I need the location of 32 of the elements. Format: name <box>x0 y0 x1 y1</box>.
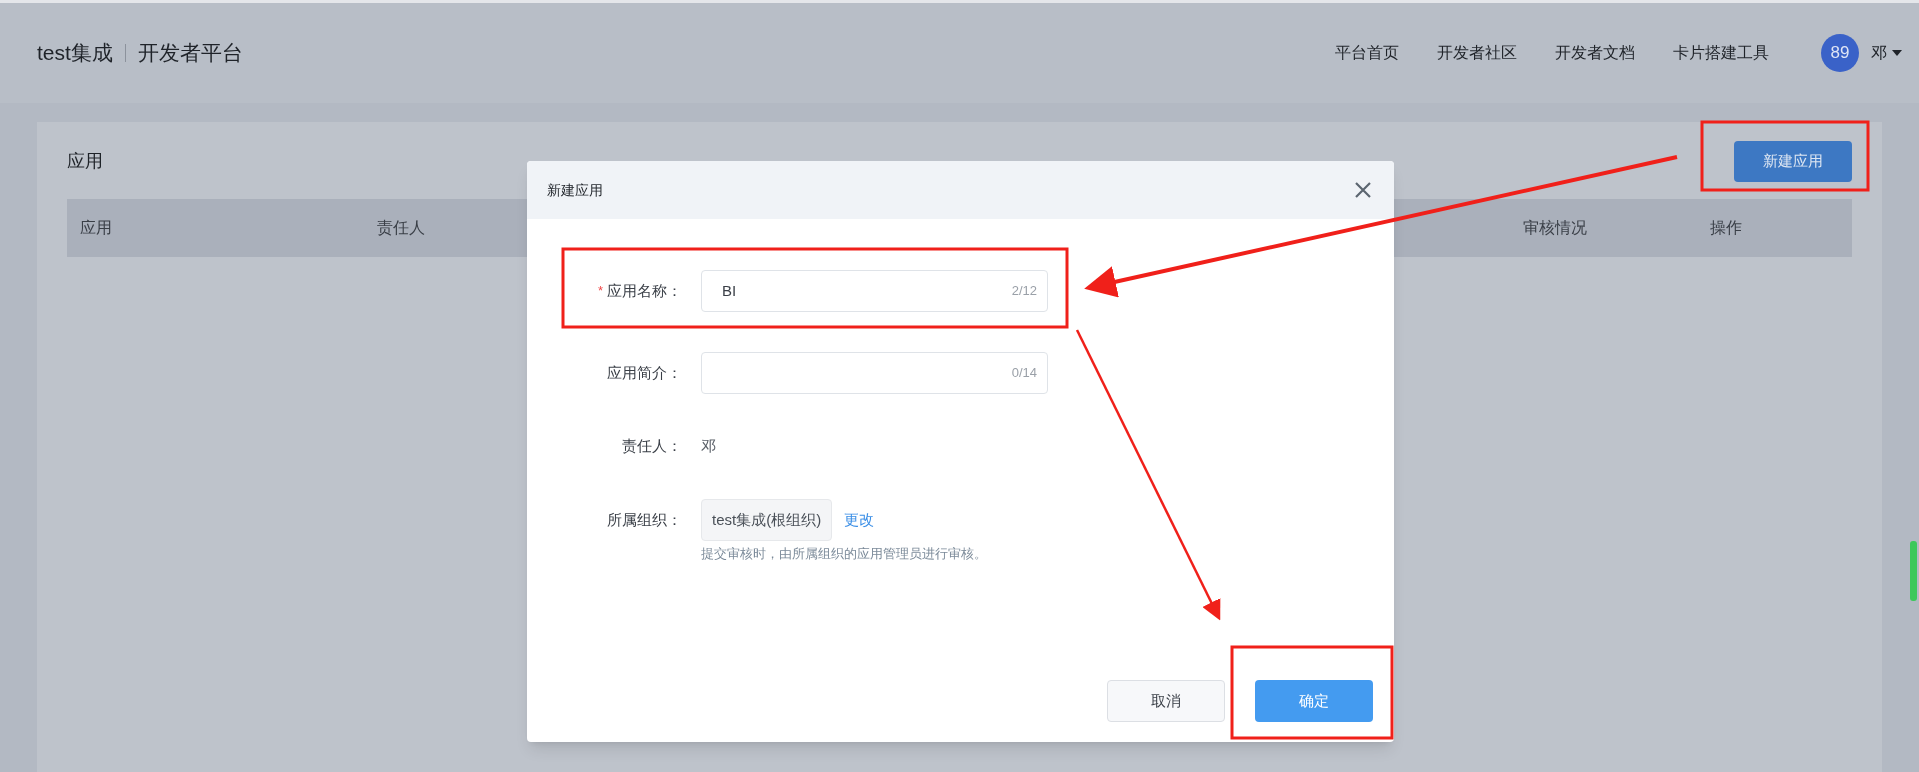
scrollbar-thumb-icon <box>1910 541 1917 601</box>
logo-text: test集成 <box>37 40 113 67</box>
org-tag: test集成(根组织) <box>701 499 833 541</box>
field-label: 应用简介： <box>607 362 682 383</box>
nav-link[interactable]: 平台首页 <box>1335 41 1399 65</box>
nav-link[interactable]: 卡片搭建工具 <box>1673 41 1769 65</box>
input-value: BI <box>722 280 738 301</box>
field-label: 所属组织： <box>607 509 682 530</box>
column-header: 应用 <box>80 219 112 236</box>
user-name[interactable]: 邓 <box>1871 41 1887 65</box>
field-label: 责任人： <box>622 435 682 456</box>
caret-icon[interactable] <box>1891 49 1903 57</box>
field-label: 应用名称： <box>607 280 682 301</box>
change-link[interactable]: 更改 <box>844 508 875 532</box>
required-mark: * <box>597 282 603 301</box>
column-header: 责任人 <box>377 219 425 236</box>
dialog-title: 新建应用 <box>547 180 603 200</box>
product-name: 开发者平台 <box>137 40 243 67</box>
column-header: 审核情况 <box>1523 219 1587 236</box>
new-app-button[interactable]: 新建应用 <box>1734 141 1852 182</box>
page-title: 应用 <box>67 150 103 173</box>
nav-link[interactable]: 开发者社区 <box>1437 41 1517 65</box>
nav-link[interactable]: 开发者文档 <box>1555 41 1635 65</box>
close-icon[interactable] <box>1354 181 1372 199</box>
field-value: 邓 <box>701 435 716 456</box>
cancel-button[interactable]: 取消 <box>1107 680 1225 722</box>
column-header: 操作 <box>1710 219 1742 236</box>
char-count: 2/12 <box>1011 282 1037 301</box>
avatar[interactable]: 89 <box>1821 34 1859 72</box>
input-field[interactable]: BI 2/12 <box>701 270 1048 312</box>
char-count: 0/14 <box>1011 364 1037 383</box>
hint-text: 提交审核时，由所属组织的应用管理员进行审核。 <box>701 545 987 563</box>
